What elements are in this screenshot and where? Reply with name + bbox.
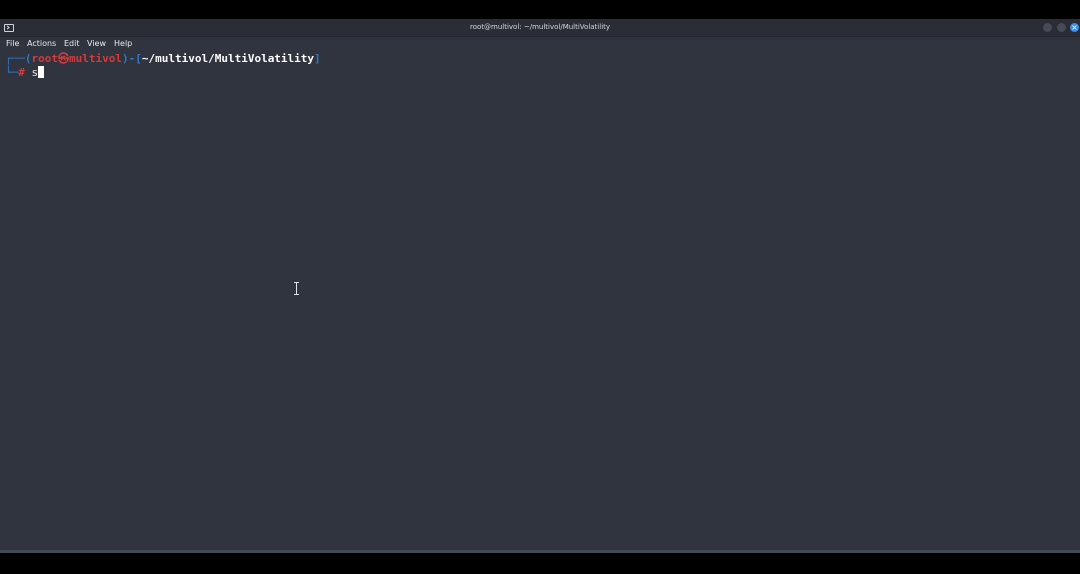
prompt-close-paren: ) [121,52,129,65]
prompt-symbol: # [18,66,25,79]
text-cursor [38,66,45,78]
prompt-path-close-bracket: ] [314,52,321,65]
terminal-window: root@multivol: ~/multivol/MultiVolatilit… [0,19,1080,553]
prompt-user: root [31,52,59,65]
prompt-open-paren: ( [24,52,32,65]
close-button[interactable]: × [1070,23,1079,32]
prompt-corner-bottom: └─ [5,66,19,79]
title-bar[interactable]: root@multivol: ~/multivol/MultiVolatilit… [0,19,1080,37]
menu-view[interactable]: View [87,38,106,50]
prompt-corner-top: ┌── [5,52,25,65]
prompt-path-open-bracket: [ [135,52,142,65]
window-bottom-edge [0,550,1080,553]
minimize-button[interactable] [1043,23,1052,32]
screen: root@multivol: ~/multivol/MultiVolatilit… [0,0,1080,574]
menu-file[interactable]: File [6,38,19,50]
terminal-output[interactable]: ┌──(root㉿multivol)-[~/multivol/MultiVola… [0,51,1080,553]
menu-actions[interactable]: Actions [27,38,56,50]
i-beam-cursor-icon [293,282,301,295]
menu-bar: File Actions Edit View Help [0,37,1080,51]
prompt-line: ┌──(root㉿multivol)-[~/multivol/MultiVola… [5,52,321,66]
menu-help[interactable]: Help [114,38,132,50]
prompt-at-symbol: ㉿ [58,52,69,65]
menu-edit[interactable]: Edit [64,38,80,50]
prompt-path: ~/multivol/MultiVolatility [141,52,315,65]
prompt-host: multivol [69,52,122,65]
window-title: root@multivol: ~/multivol/MultiVolatilit… [469,23,611,31]
command-input[interactable]: s [32,66,39,79]
command-line[interactable]: └─# s [5,66,45,80]
maximize-button[interactable] [1057,23,1066,32]
